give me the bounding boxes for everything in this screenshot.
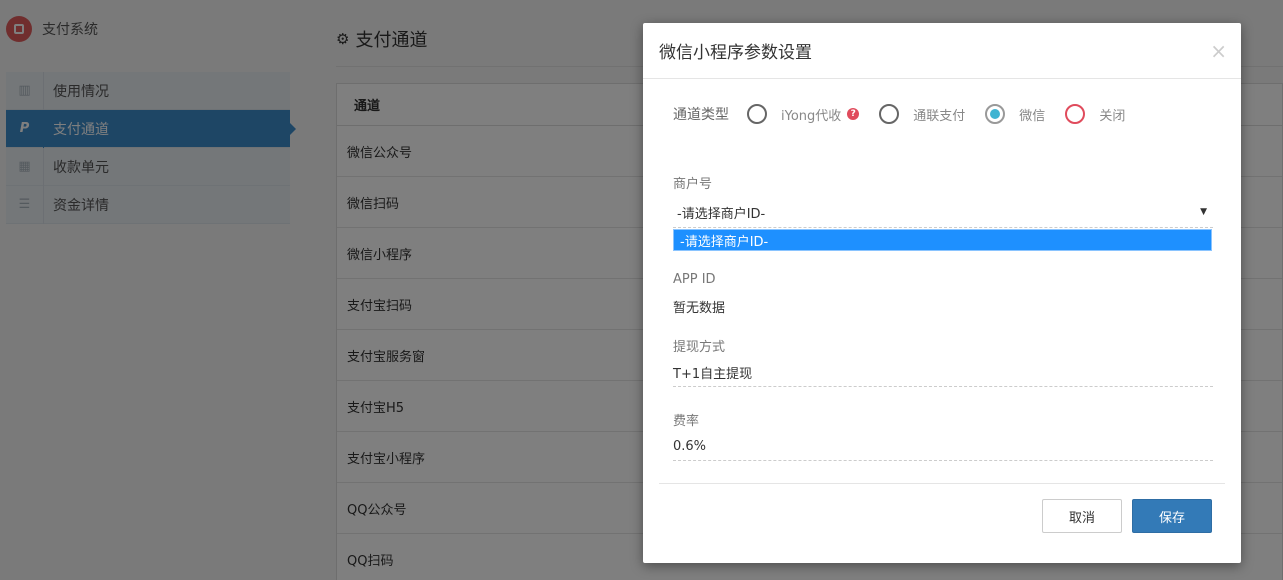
help-icon[interactable]: ? [847,108,860,120]
radio-label: 微信 [1019,108,1046,124]
radio-wechat[interactable]: 微信 [985,104,1045,124]
withdraw-value: T+1自主提现 [673,367,753,382]
radio-label: 通联支付 [913,108,966,124]
modal-title: 微信小程序参数设置 [659,43,812,63]
rate-label: 费率 [673,414,700,429]
radio-circle[interactable] [879,104,900,124]
radio-close[interactable]: 关闭 [1065,104,1125,124]
app-id-value: 暂无数据 [673,301,726,316]
radio-iyong[interactable]: iYong代收 ? [747,104,860,124]
channel-type-group: 通道类型 iYong代收 ? 通联支付 微信 关闭 [673,103,1145,125]
radio-label: iYong代收 [781,108,842,124]
rate-value: 0.6% [673,439,707,454]
settings-modal: 微信小程序参数设置 × 通道类型 iYong代收 ? 通联支付 微信 关闭 商户… [643,23,1241,563]
rate-field[interactable]: 0.6% [673,433,1213,461]
close-icon[interactable]: × [1210,39,1227,63]
save-button[interactable]: 保存 [1132,499,1212,533]
merchant-select[interactable]: -请选择商户ID- ▼ [673,198,1213,228]
chevron-down-icon: ▼ [1200,207,1207,217]
modal-footer-divider [659,483,1225,484]
merchant-dropdown-option[interactable]: -请选择商户ID- [673,229,1212,251]
radio-circle-checked[interactable] [985,104,1006,124]
cancel-button[interactable]: 取消 [1042,499,1122,533]
modal-header: 微信小程序参数设置 [643,23,1241,79]
radio-allinpay[interactable]: 通联支付 [879,104,965,124]
radio-label: 关闭 [1099,108,1126,124]
withdraw-field[interactable]: T+1自主提现 [673,359,1213,387]
merchant-label: 商户号 [673,177,713,192]
radio-circle[interactable] [747,104,767,124]
merchant-select-value: -请选择商户ID- [677,207,766,222]
withdraw-label: 提现方式 [673,340,726,355]
radio-circle[interactable] [1065,104,1086,124]
app-id-label: APP ID [673,272,716,287]
channel-type-label: 通道类型 [673,107,729,123]
